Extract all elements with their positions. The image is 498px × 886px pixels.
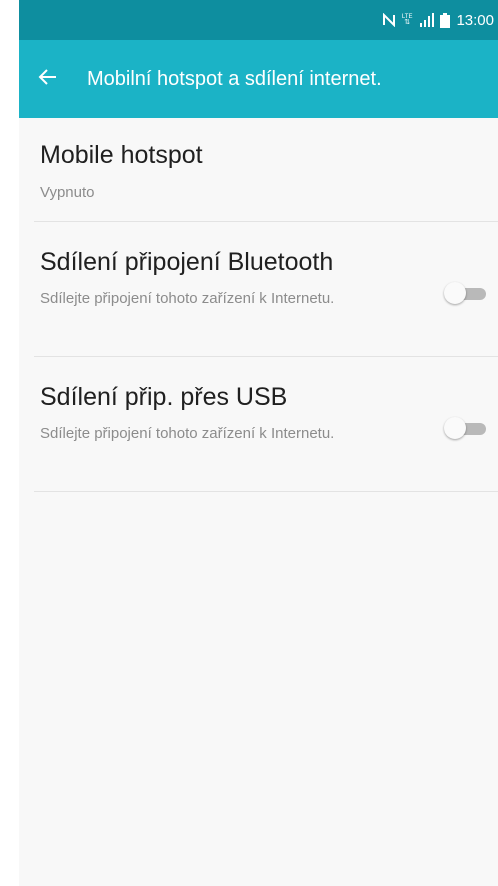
nfc-icon xyxy=(382,13,396,27)
bluetooth-tethering-switch[interactable] xyxy=(444,280,488,306)
page-title: Mobilní hotspot a sdílení internet. xyxy=(87,67,382,90)
clock: 13:00 xyxy=(456,11,494,29)
usb-tethering-description: Sdílejte připojení tohoto zařízení k Int… xyxy=(40,425,335,442)
settings-screen: LTE ⇅ 13:00 Mobilní hotspot a sdílení in… xyxy=(19,0,498,886)
mobile-hotspot-item[interactable]: Mobile hotspot Vypnuto xyxy=(34,118,498,222)
signal-icon xyxy=(418,13,435,27)
usb-tethering-item[interactable]: Sdílení přip. přes USB Sdílejte připojen… xyxy=(34,357,498,492)
app-bar: Mobilní hotspot a sdílení internet. xyxy=(19,40,498,118)
mobile-hotspot-title: Mobile hotspot xyxy=(40,141,203,169)
battery-icon xyxy=(440,12,451,28)
mobile-hotspot-status: Vypnuto xyxy=(40,184,95,201)
usb-tethering-switch[interactable] xyxy=(444,415,488,441)
settings-list: Mobile hotspot Vypnuto Sdílení připojení… xyxy=(19,118,498,492)
switch-knob xyxy=(444,417,466,439)
status-bar: LTE ⇅ 13:00 xyxy=(19,0,498,40)
back-button[interactable] xyxy=(19,40,75,118)
switch-knob xyxy=(444,282,466,304)
bluetooth-tethering-title: Sdílení připojení Bluetooth xyxy=(40,248,334,276)
arrow-left-icon xyxy=(37,68,57,91)
lte-icon: LTE ⇅ xyxy=(401,14,413,26)
bluetooth-tethering-description: Sdílejte připojení tohoto zařízení k Int… xyxy=(40,290,335,307)
bluetooth-tethering-item[interactable]: Sdílení připojení Bluetooth Sdílejte při… xyxy=(34,222,498,357)
usb-tethering-title: Sdílení přip. přes USB xyxy=(40,383,288,411)
